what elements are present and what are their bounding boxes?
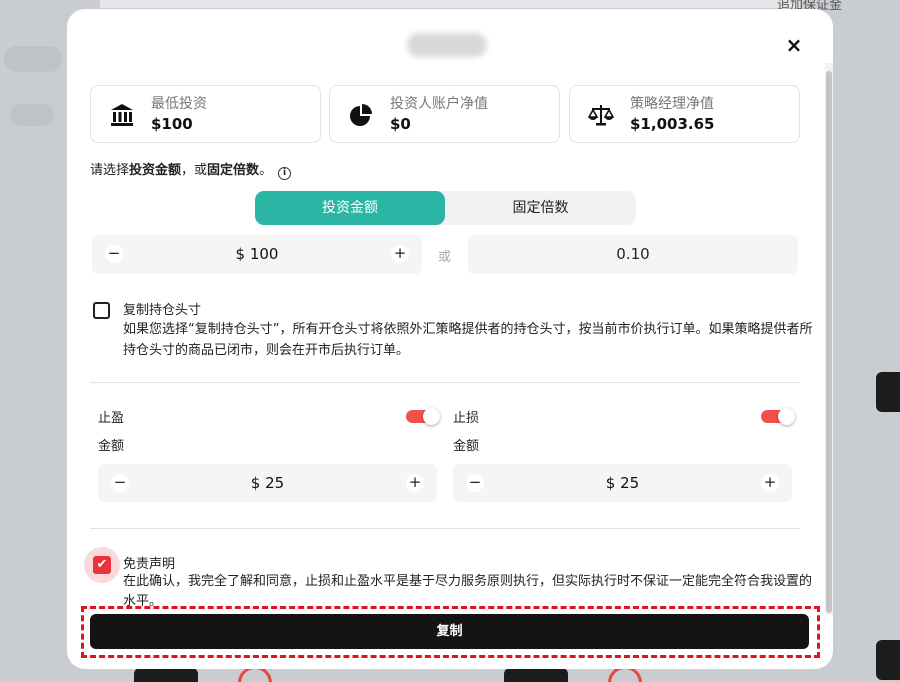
stop-loss-plus-button[interactable]: + (761, 474, 779, 492)
tab-fixed-multiplier[interactable]: 固定倍数 (445, 191, 636, 225)
amount-input[interactable]: $ 100 (132, 235, 382, 273)
instruction-suffix: 。 (259, 163, 273, 178)
take-profit-plus-button[interactable]: + (406, 474, 424, 492)
take-profit-label: 止盈 (98, 411, 125, 426)
stat-label: 策略经理净值 (630, 96, 714, 112)
instruction-bold-multiplier: 固定倍数 (207, 163, 260, 178)
background-block (134, 668, 198, 682)
disclaimer-title: 免责声明 (123, 557, 176, 572)
instruction-bold-amount: 投资金额 (129, 163, 182, 178)
stop-loss-amount-label: 金额 (453, 439, 480, 454)
stat-card-min-investment: 最低投资 $100 (90, 85, 321, 143)
take-profit-input[interactable]: $ 25 (138, 464, 397, 502)
amount-minus-button[interactable]: − (105, 245, 123, 263)
balance-scale-icon (588, 105, 614, 126)
stop-loss-minus-button[interactable]: − (466, 474, 484, 492)
bank-icon (111, 104, 133, 126)
copy-submit-button[interactable]: 复制 (90, 614, 809, 649)
stop-loss-label: 止损 (453, 411, 480, 426)
background-block (876, 640, 900, 680)
background-block (504, 668, 568, 682)
stats-row: 最低投资 $100 投资人账户净值 $0 策略经理净值 $1,003.65 (90, 85, 800, 143)
copy-strategy-modal: × 最低投资 $100 投资人账户净值 $0 策略经理净值 $1,003.65 … (67, 9, 833, 669)
take-profit-minus-button[interactable]: − (111, 474, 129, 492)
instruction-middle: ，或 (181, 163, 208, 178)
tab-investment-amount[interactable]: 投资金额 (255, 191, 445, 225)
toggle-knob (423, 408, 440, 425)
amount-stepper: − $ 100 + (92, 235, 422, 274)
disclaimer-checkbox[interactable]: ✔ (93, 556, 111, 574)
stat-value: $100 (151, 115, 193, 133)
pie-chart-icon (350, 104, 372, 126)
stat-value: $0 (390, 115, 411, 133)
info-icon[interactable]: i (278, 167, 292, 180)
take-profit-amount-label: 金额 (98, 439, 125, 454)
amount-plus-button[interactable]: + (391, 245, 409, 263)
stat-label: 投资人账户净值 (390, 96, 488, 112)
instruction-text: 请选择投资金额，或固定倍数。 i (90, 159, 292, 180)
copy-position-title: 复制持仓头寸 (123, 303, 202, 318)
take-profit-stepper: − $ 25 + (98, 464, 437, 502)
background-pill (10, 104, 54, 126)
copy-position-description: 如果您选择“复制持仓头寸”，所有开仓头寸将依照外汇策略提供者的持仓头寸，按当前市… (123, 322, 813, 358)
background-block (876, 372, 900, 412)
stat-label: 最低投资 (151, 96, 207, 112)
background-pill (4, 46, 62, 72)
take-profit-toggle[interactable] (406, 408, 440, 425)
scrollbar-thumb[interactable] (826, 71, 832, 613)
background-table-strip (100, 0, 800, 8)
divider (90, 528, 800, 529)
or-label: 或 (438, 250, 452, 265)
toggle-knob (778, 408, 795, 425)
instruction-prefix: 请选择 (90, 163, 130, 178)
multiplier-input[interactable]: 0.10 (468, 235, 798, 274)
stop-loss-toggle[interactable] (761, 408, 795, 425)
stop-loss-input[interactable]: $ 25 (493, 464, 752, 502)
stat-card-manager-equity: 策略经理净值 $1,003.65 (569, 85, 800, 143)
divider (90, 382, 800, 383)
copy-position-checkbox[interactable] (93, 302, 110, 319)
modal-title-blurred (407, 33, 487, 57)
stat-card-investor-equity: 投资人账户净值 $0 (329, 85, 560, 143)
stop-loss-stepper: − $ 25 + (453, 464, 792, 502)
mode-segmented-control: 投资金额 固定倍数 (255, 191, 636, 225)
stat-value: $1,003.65 (630, 115, 715, 133)
close-icon[interactable]: × (785, 35, 803, 55)
